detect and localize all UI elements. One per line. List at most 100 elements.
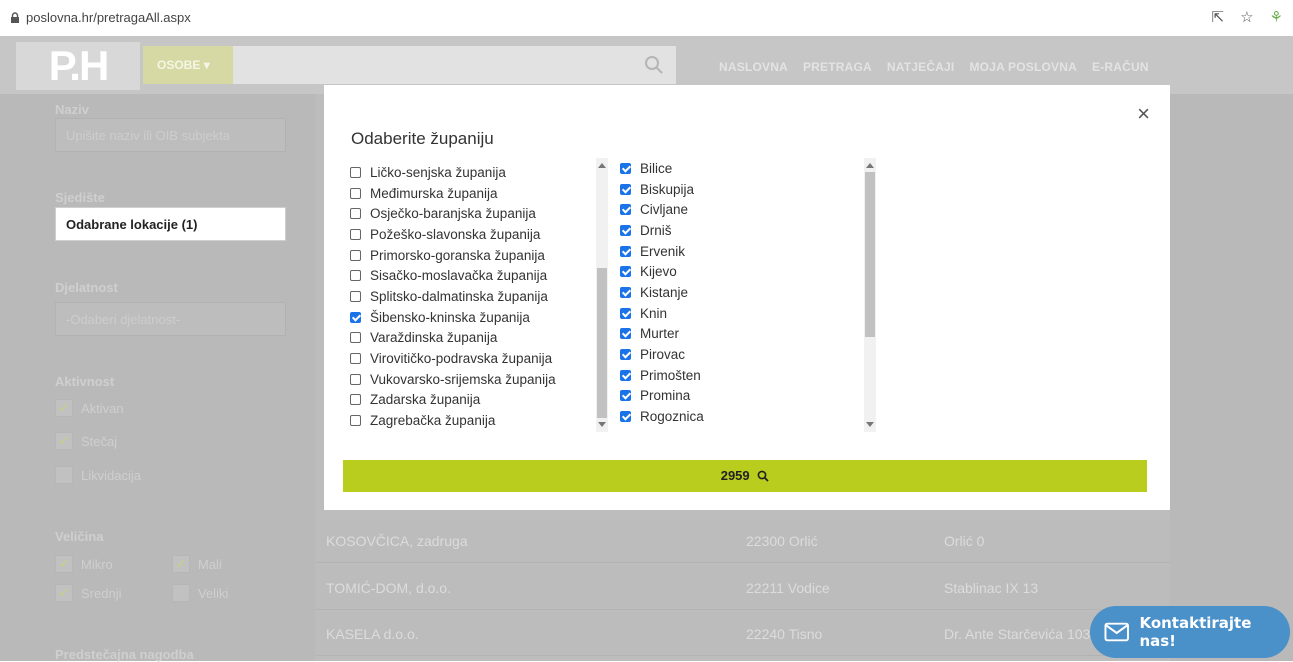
browser-address-bar: poslovna.hr/pretragaAll.aspx ⇱ ☆ ⚘ [0, 0, 1293, 36]
mikro-checkbox[interactable]: ✓ Mikro [55, 555, 113, 573]
list-item[interactable]: Zadarska županija [350, 390, 608, 411]
nav-pretraga[interactable]: PRETRAGA [803, 60, 872, 74]
veliki-checkbox[interactable]: Veliki [172, 584, 228, 602]
checkbox-checked-icon[interactable] [620, 245, 631, 257]
county-scrollbar[interactable] [596, 158, 608, 432]
result-name[interactable]: KOSOVČICA, zadruga [326, 533, 468, 549]
list-item[interactable]: Kijevo [620, 261, 878, 282]
checkbox-icon[interactable] [350, 208, 361, 220]
search-results-button[interactable]: 2959 [343, 460, 1147, 492]
checkbox-checked-icon[interactable] [620, 162, 631, 174]
stecaj-checkbox[interactable]: ✓ Stečaj [55, 432, 117, 450]
nav-natjecaji[interactable]: NATJEČAJI [887, 60, 955, 74]
list-item[interactable]: Promina [620, 386, 878, 407]
scroll-down-icon[interactable] [598, 422, 606, 427]
result-name[interactable]: KASELA d.o.o. [326, 626, 419, 642]
search-input[interactable] [233, 46, 676, 84]
checkbox-icon[interactable] [350, 394, 361, 406]
list-item[interactable]: Bilice [620, 158, 878, 179]
list-item[interactable]: Virovitičko-podravska županija [350, 348, 608, 369]
list-item[interactable]: Murter [620, 324, 878, 345]
scroll-up-icon[interactable] [866, 163, 874, 168]
list-item[interactable]: Splitsko-dalmatinska županija [350, 286, 608, 307]
municipality-scrollbar[interactable] [864, 158, 876, 432]
table-row[interactable]: KOSOVČICA, zadruga 22300 Orlić Orlić 0 [315, 519, 1170, 563]
result-address: Orlić 0 [944, 533, 985, 549]
table-row[interactable]: TOMIĆ-DOM, d.o.o. 22211 Vodice Stablinac… [315, 566, 1170, 610]
list-item[interactable]: Osječko-baranjska županija [350, 203, 608, 224]
list-item[interactable]: Civljane [620, 199, 878, 220]
list-item[interactable]: Pirovac [620, 344, 878, 365]
likvidacija-checkbox[interactable]: Likvidacija [55, 466, 141, 484]
checkbox-checked-icon[interactable] [620, 349, 631, 361]
list-item[interactable]: Drniš [620, 220, 878, 241]
list-item[interactable]: Ličko-senjska županija [350, 162, 608, 183]
djelatnost-select[interactable]: -Odaberi djelatnost- [55, 302, 286, 336]
checkbox-checked-icon[interactable] [620, 369, 631, 381]
checkbox-icon[interactable] [350, 353, 361, 365]
checkbox-icon[interactable] [350, 290, 361, 302]
search-icon[interactable] [644, 55, 664, 75]
nav-e-racun[interactable]: E-RAČUN [1092, 60, 1149, 74]
list-item[interactable]: Vukovarsko-srijemska županija [350, 369, 608, 390]
list-item[interactable]: Sisačko-moslavačka županija [350, 265, 608, 286]
star-icon[interactable]: ☆ [1240, 8, 1253, 26]
nav-moja-poslovna[interactable]: MOJA POSLOVNA [969, 60, 1077, 74]
logo[interactable]: P.H [16, 42, 140, 90]
scroll-thumb[interactable] [865, 172, 875, 337]
srednji-label: Srednji [81, 585, 122, 601]
result-name[interactable]: TOMIĆ-DOM, d.o.o. [326, 580, 451, 596]
aktivan-checkbox[interactable]: ✓ Aktivan [55, 399, 124, 417]
list-item[interactable]: Knin [620, 303, 878, 324]
table-row[interactable]: KASELA d.o.o. 22240 Tisno Dr. Ante Starč… [315, 612, 1170, 656]
mali-checkbox[interactable]: ✓ Mali [172, 555, 222, 573]
close-icon[interactable]: × [1137, 103, 1150, 125]
checkbox-icon[interactable] [350, 166, 361, 178]
checkbox-checked-icon[interactable] [620, 390, 631, 402]
extension-icon[interactable]: ⚘ [1270, 8, 1283, 26]
checkbox-icon[interactable] [350, 228, 361, 240]
share-icon[interactable]: ⇱ [1212, 8, 1225, 26]
checkbox-checked-icon[interactable] [620, 224, 631, 236]
checkbox-checked-icon[interactable] [620, 307, 631, 319]
list-item[interactable]: Primošten [620, 365, 878, 386]
checkbox-checked-icon[interactable] [620, 286, 631, 298]
checkbox-icon[interactable] [350, 270, 361, 282]
municipality-list[interactable]: Bilice Biskupija Civljane Drniš Ervenik … [620, 158, 878, 432]
veliki-label: Veliki [198, 585, 229, 601]
list-item[interactable]: Međimurska županija [350, 183, 608, 204]
scroll-down-icon[interactable] [866, 422, 874, 427]
checkbox-checked-icon[interactable] [620, 183, 631, 195]
checkbox-icon[interactable] [350, 373, 361, 385]
search-icon [757, 470, 769, 482]
srednji-checkbox[interactable]: ✓ Srednji [55, 584, 121, 602]
list-item[interactable]: Požeško-slavonska županija [350, 224, 608, 245]
url-text[interactable]: poslovna.hr/pretragaAll.aspx [26, 10, 191, 25]
category-select[interactable]: OSOBE ▾ [143, 46, 233, 84]
list-item[interactable]: Zagrebačka županija [350, 410, 608, 431]
checkbox-icon[interactable] [350, 332, 361, 344]
list-item[interactable]: Biskupija [620, 179, 878, 200]
naziv-input[interactable]: Upišite naziv ili OIB subjekta [55, 118, 286, 152]
list-item[interactable]: Šibensko-kninska županija [350, 307, 608, 328]
checkbox-icon[interactable] [350, 415, 361, 427]
scroll-up-icon[interactable] [598, 163, 606, 168]
contact-button[interactable]: Kontaktirajte nas! [1090, 606, 1290, 658]
checkbox-checked-icon[interactable] [620, 204, 631, 216]
sjediste-input[interactable]: Odabrane lokacije (1) [55, 207, 286, 241]
filter-sidebar: Naziv Upišite naziv ili OIB subjekta Sje… [0, 94, 305, 662]
list-item[interactable]: Rogoznica [620, 406, 878, 427]
list-item[interactable]: Varaždinska županija [350, 328, 608, 349]
list-item[interactable]: Kistanje [620, 282, 878, 303]
checkbox-checked-icon[interactable] [350, 311, 361, 323]
list-item[interactable]: Primorsko-goranska županija [350, 245, 608, 266]
county-list[interactable]: Ličko-senjska županija Međimurska župani… [350, 158, 608, 432]
checkbox-icon[interactable] [350, 249, 361, 261]
checkbox-checked-icon[interactable] [620, 328, 631, 340]
nav-naslovna[interactable]: NASLOVNA [719, 60, 788, 74]
checkbox-checked-icon[interactable] [620, 266, 631, 278]
checkbox-icon[interactable] [350, 187, 361, 199]
scroll-thumb[interactable] [597, 268, 607, 418]
list-item[interactable]: Ervenik [620, 241, 878, 262]
checkbox-checked-icon[interactable] [620, 411, 631, 423]
